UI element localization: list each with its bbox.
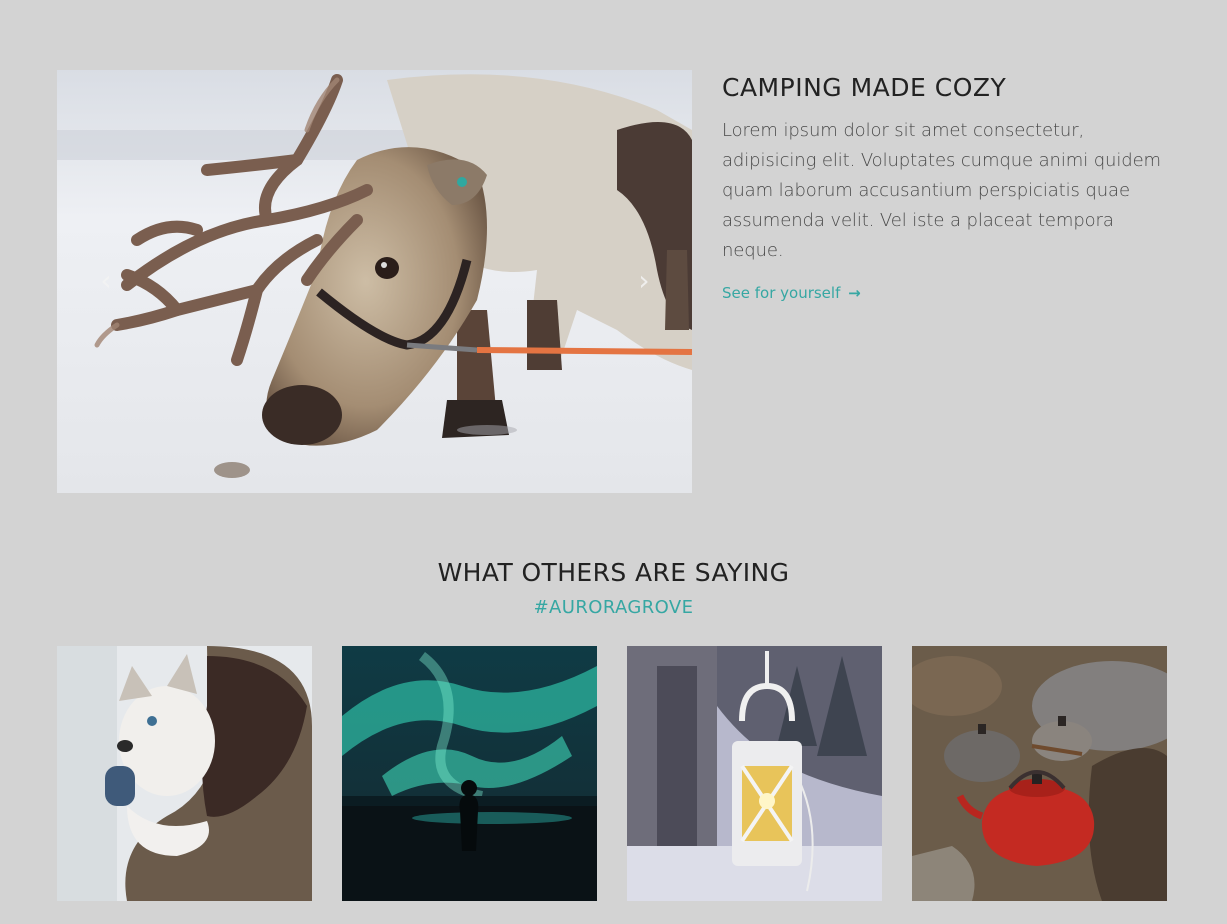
- feature-description: Lorem ipsum dolor sit amet consectetur, …: [722, 120, 1161, 261]
- carousel-prev-button[interactable]: ‹: [94, 267, 118, 295]
- reindeer-photo: [57, 70, 692, 493]
- see-for-yourself-link[interactable]: See for yourself →: [722, 284, 861, 302]
- feature-carousel[interactable]: ‹ ›: [57, 70, 692, 493]
- gallery-tile-husky[interactable]: [57, 646, 312, 901]
- gallery-tile-kettles[interactable]: [912, 646, 1167, 901]
- gallery-tile-lantern[interactable]: [627, 646, 882, 901]
- testimonials-title: WHAT OTHERS ARE SAYING: [437, 558, 790, 587]
- feature-link-label: See for yourself: [722, 284, 841, 302]
- feature-section: ‹ › CAMPING MADE COZY Lorem ipsum dolor …: [57, 70, 1167, 493]
- feature-title: CAMPING MADE COZY: [722, 73, 1007, 102]
- arrow-right-icon: →: [848, 284, 861, 302]
- husky-puppy-photo: [57, 646, 312, 901]
- gallery-tile-aurora[interactable]: [342, 646, 597, 901]
- previous-section-fragment: [0, 0, 1227, 4]
- chevron-left-icon: ‹: [100, 264, 112, 297]
- carousel-next-button[interactable]: ›: [632, 267, 656, 295]
- campfire-kettles-photo: [912, 646, 1167, 901]
- hashtag-link[interactable]: #AURORAGROVE: [0, 597, 1227, 618]
- chevron-right-icon: ›: [638, 264, 650, 297]
- snowy-lantern-photo: [627, 646, 882, 901]
- feature-text: CAMPING MADE COZY Lorem ipsum dolor sit …: [722, 70, 1170, 302]
- aurora-borealis-photo: [342, 646, 597, 901]
- photo-gallery: [57, 646, 1167, 901]
